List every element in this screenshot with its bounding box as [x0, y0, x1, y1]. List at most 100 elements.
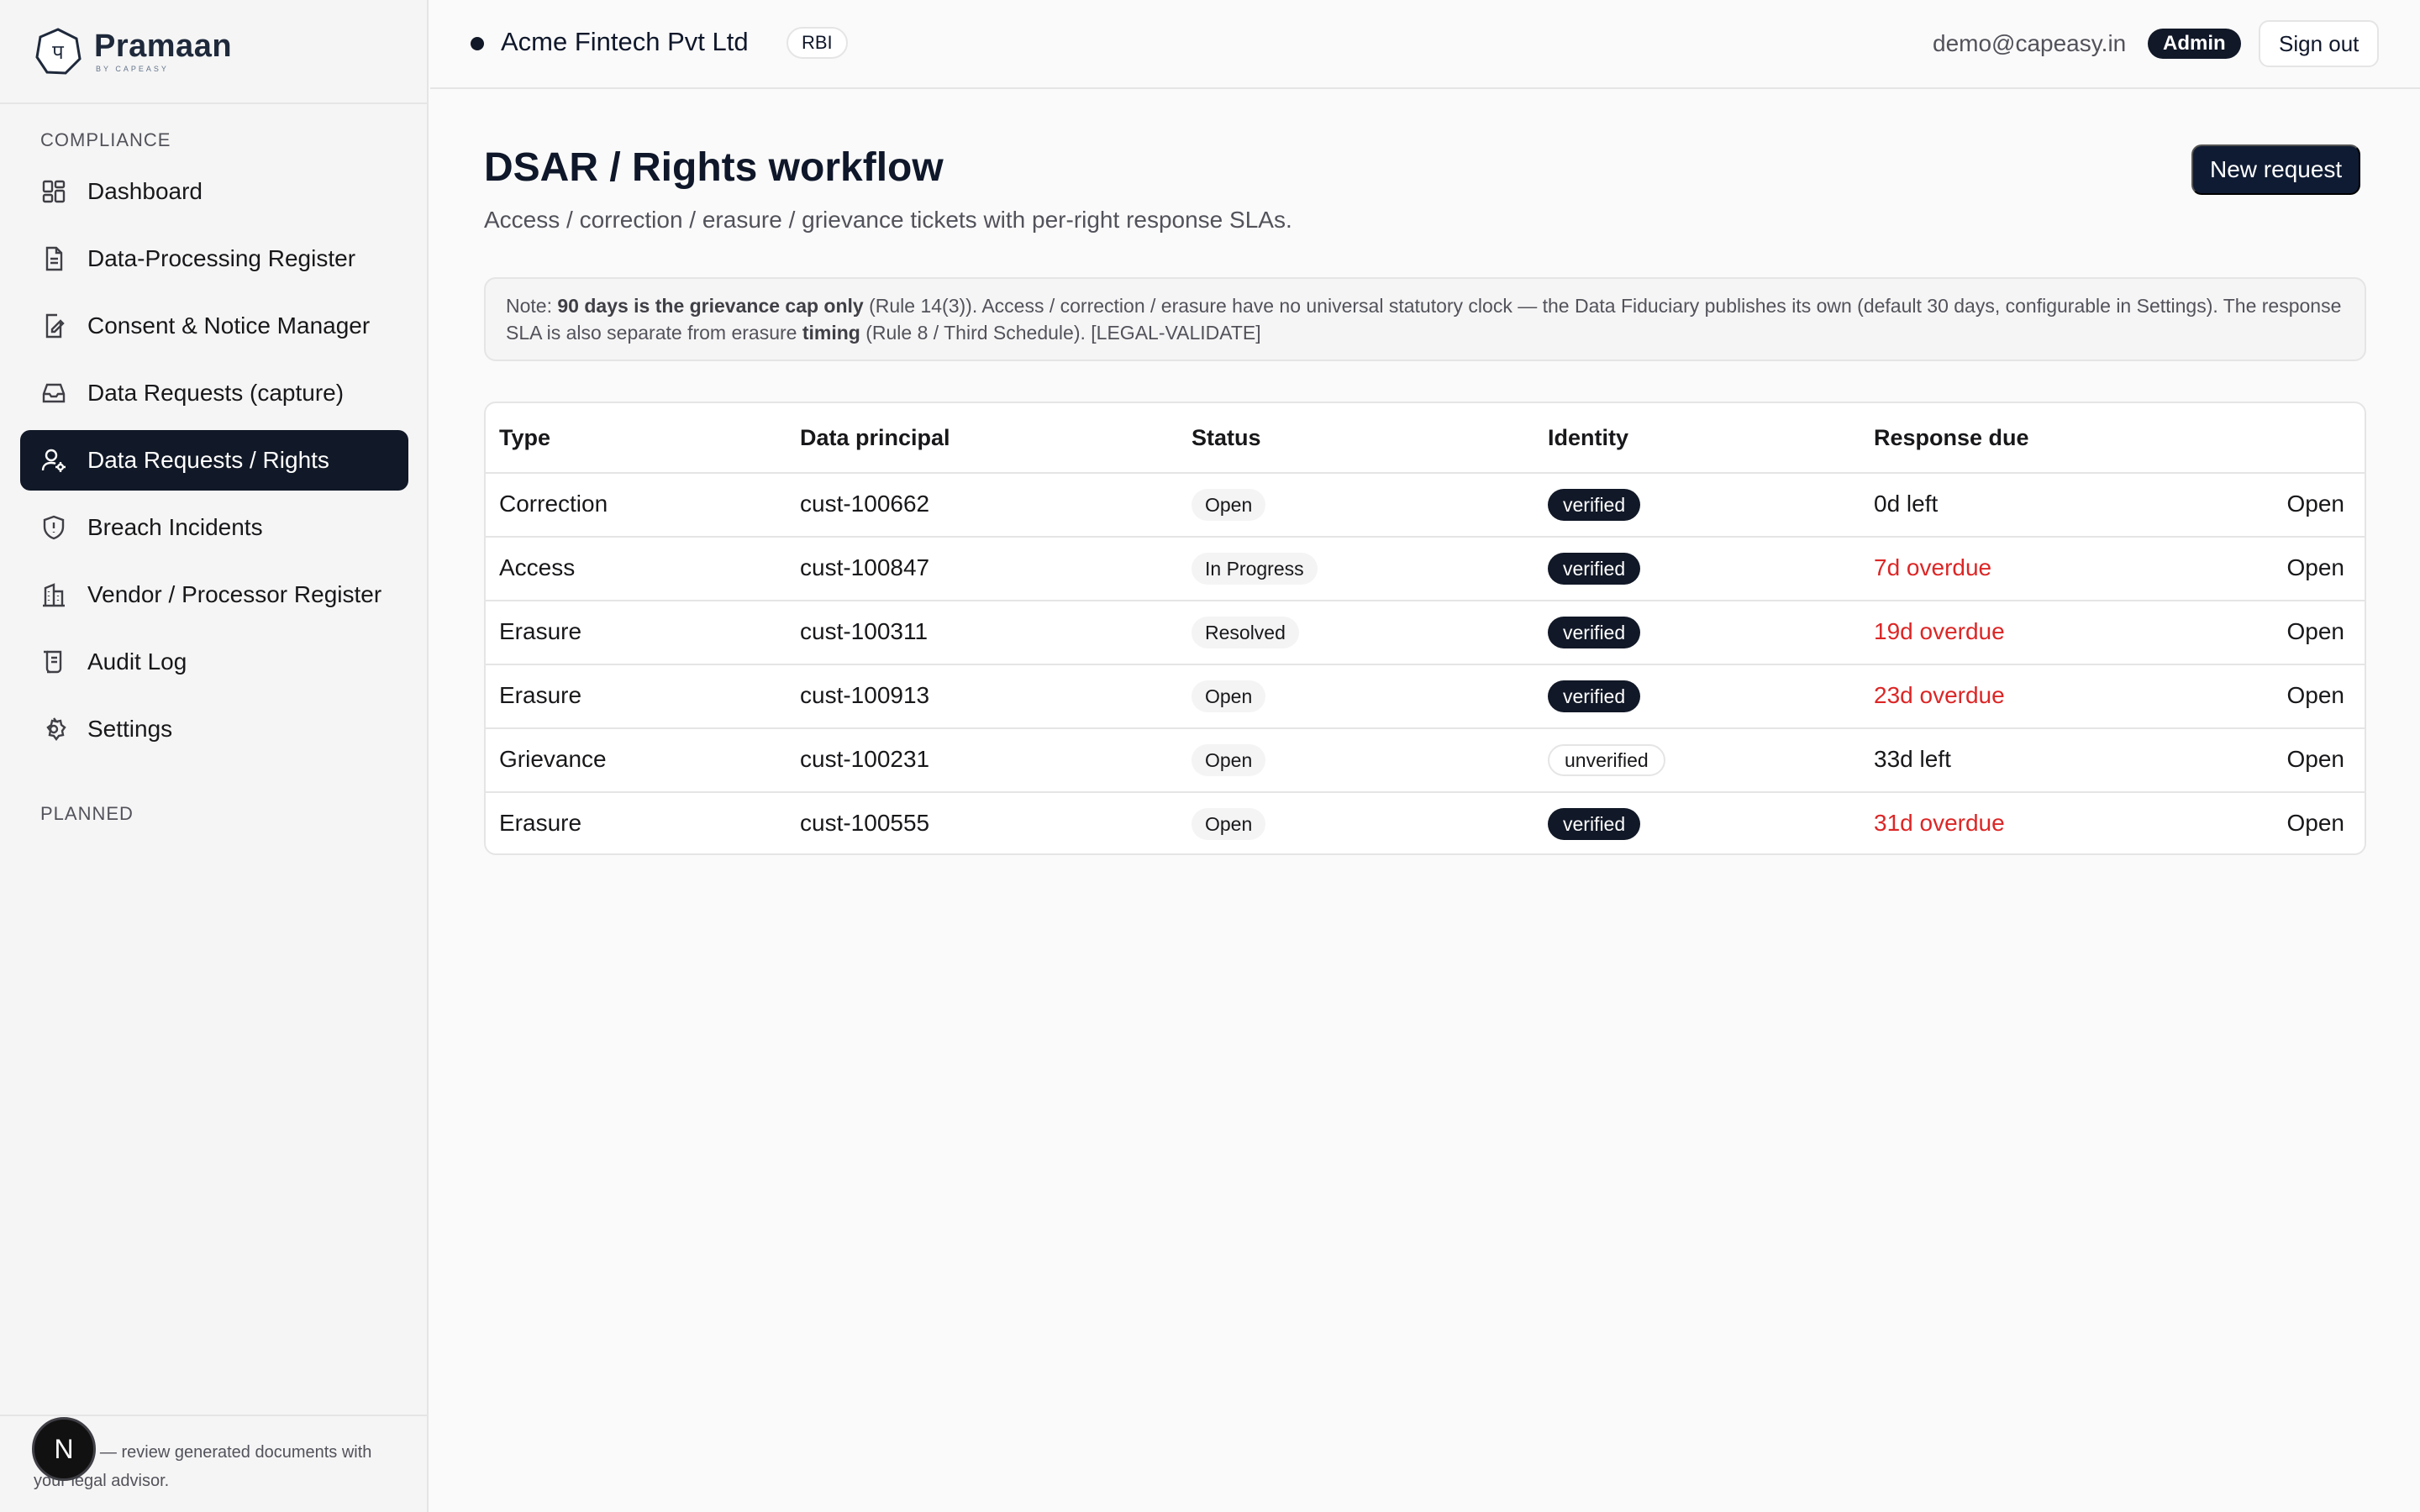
cell-type: Erasure	[499, 810, 582, 836]
regulator-badge: RBI	[786, 27, 848, 59]
cell-data-principal: cust-100311	[800, 618, 929, 644]
sidebar-item-audit-log[interactable]: Audit Log	[20, 632, 408, 692]
gear-icon	[46, 717, 66, 741]
table-row[interactable]: Erasure cust-100913 Open verified 23d overdu…	[486, 665, 2365, 729]
open-request-link[interactable]: Open	[2287, 746, 2345, 773]
logo-glyph: प	[52, 40, 64, 64]
sign-out-button[interactable]: Sign out	[2259, 20, 2380, 67]
shield-alert-icon	[43, 515, 65, 540]
col-response-due: Response due	[1874, 425, 2029, 450]
edit-document-icon	[45, 313, 65, 339]
cell-response-due: 33d left	[1874, 746, 1951, 772]
status-badge: Open	[1192, 744, 1266, 776]
cell-type: Access	[499, 554, 576, 580]
building-icon	[43, 583, 65, 607]
sidebar-item-data-requests-rights[interactable]: Data Requests / Rights	[20, 430, 408, 491]
page-subtitle: Access / correction / erasure / grievanc…	[484, 207, 1292, 233]
cell-type: Correction	[499, 491, 608, 517]
sidebar-item-label: Settings	[87, 716, 173, 742]
note-prefix: Note:	[506, 295, 558, 317]
cell-response-due: 31d overdue	[1874, 810, 2005, 836]
open-request-link[interactable]: Open	[2287, 491, 2345, 517]
sidebar-item-label: Data Requests / Rights	[87, 447, 329, 473]
status-badge: Open	[1192, 808, 1266, 840]
user-email: demo@capeasy.in	[1933, 30, 2127, 56]
cell-response-due: 23d overdue	[1874, 682, 2005, 708]
open-request-link[interactable]: Open	[2287, 554, 2345, 581]
document-icon	[45, 246, 63, 271]
sidebar-item-breach-incidents[interactable]: Breach Incidents	[20, 497, 408, 558]
status-badge: Open	[1192, 680, 1266, 712]
cell-type: Erasure	[499, 618, 582, 644]
section-label-planned: PLANNED	[40, 803, 134, 824]
table-row[interactable]: Erasure cust-100311 Resolved verified 19d ov…	[486, 601, 2365, 665]
open-request-link[interactable]: Open	[2287, 810, 2345, 837]
sidebar-item-label: Data Requests (capture)	[87, 380, 345, 406]
identity-badge: verified	[1548, 680, 1641, 712]
col-data-principal: Data principal	[800, 425, 950, 450]
table-row[interactable]: Correction cust-100662 Open verified 0d left…	[486, 474, 2365, 538]
cell-response-due: 7d overdue	[1874, 554, 1992, 580]
pramaan-logo-icon: प	[35, 28, 82, 75]
brand-sub: BY CAPEASY	[96, 65, 169, 73]
grid-icon	[42, 180, 66, 203]
page-title: DSAR / Rights workflow	[484, 145, 944, 190]
cell-data-principal: cust-100555	[800, 810, 930, 836]
identity-badge: unverified	[1548, 744, 1665, 776]
brand[interactable]: प Pramaan BY CAPEASY	[0, 0, 427, 104]
cell-type: Erasure	[499, 682, 582, 708]
role-badge: Admin	[2148, 29, 2241, 59]
sidebar: प Pramaan BY CAPEASY COMPLIANCE Dashboar…	[0, 0, 429, 1512]
table-row[interactable]: Access cust-100847 In Progress verified 7d o…	[486, 538, 2365, 601]
status-badge: Open	[1192, 489, 1266, 521]
sidebar-item-label: Consent & Notice Manager	[87, 312, 371, 339]
open-request-link[interactable]: Open	[2287, 618, 2345, 645]
cell-type: Grievance	[499, 746, 607, 772]
brand-name: Pramaan	[94, 29, 233, 64]
status-badge: Resolved	[1192, 617, 1299, 648]
identity-badge: verified	[1548, 489, 1641, 521]
user-gear-icon	[41, 449, 66, 472]
sidebar-item-consent-notice-manager[interactable]: Consent & Notice Manager	[20, 296, 408, 356]
sidebar-item-data-processing-register[interactable]: Data-Processing Register	[20, 228, 408, 289]
col-identity: Identity	[1548, 425, 1629, 450]
new-request-button[interactable]: New request	[2191, 144, 2361, 195]
status-badge: In Progress	[1192, 553, 1318, 585]
sidebar-item-data-requests-capture[interactable]: Data Requests (capture)	[20, 363, 408, 423]
sidebar-item-label: Data-Processing Register	[87, 245, 356, 271]
identity-badge: verified	[1548, 808, 1641, 840]
legal-note: Note: 90 days is the grievance cap only …	[484, 277, 2366, 361]
col-status: Status	[1192, 425, 1261, 450]
sidebar-item-dashboard[interactable]: Dashboard	[20, 161, 408, 222]
open-request-link[interactable]: Open	[2287, 682, 2345, 709]
table-header: Type Data principal Status Identity Resp…	[486, 403, 2365, 474]
requests-table: Type Data principal Status Identity Resp…	[484, 402, 2366, 855]
sidebar-item-label: Dashboard	[87, 178, 203, 204]
note-bold-grievance: 90 days is the grievance cap only	[557, 295, 864, 317]
sidebar-item-label: Breach Incidents	[87, 514, 263, 540]
sidebar-item-label: Audit Log	[87, 648, 187, 675]
note-bold-timing: timing	[802, 322, 860, 344]
org-status-dot	[471, 37, 484, 50]
identity-badge: verified	[1548, 553, 1641, 585]
topbar: Acme Fintech Pvt Ltd RBI demo@capeasy.in…	[430, 0, 2420, 89]
scroll-icon	[44, 650, 62, 674]
sidebar-item-vendor-processor-register[interactable]: Vendor / Processor Register	[20, 564, 408, 625]
sidebar-item-label: Vendor / Processor Register	[87, 581, 382, 607]
table-row[interactable]: Erasure cust-100555 Open verified 31d overdu…	[486, 793, 2365, 853]
avatar[interactable]: N	[32, 1417, 96, 1481]
identity-badge: verified	[1548, 617, 1641, 648]
cell-data-principal: cust-100847	[800, 554, 930, 580]
sidebar-item-settings[interactable]: Settings	[20, 699, 408, 759]
cell-data-principal: cust-100231	[800, 746, 930, 772]
cell-data-principal: cust-100662	[800, 491, 930, 517]
cell-data-principal: cust-100913	[800, 682, 930, 708]
inbox-icon	[42, 383, 66, 403]
note-tag: [LEGAL-VALIDATE]	[1091, 322, 1261, 344]
cell-response-due: 19d overdue	[1874, 618, 2005, 644]
note-text-2: (Rule 8 / Third Schedule).	[860, 322, 1092, 344]
section-label-compliance: COMPLIANCE	[40, 129, 171, 150]
org-name[interactable]: Acme Fintech Pvt Ltd	[501, 27, 749, 57]
table-row[interactable]: Grievance cust-100231 Open unverified 33d le…	[486, 729, 2365, 793]
cell-response-due: 0d left	[1874, 491, 1939, 517]
